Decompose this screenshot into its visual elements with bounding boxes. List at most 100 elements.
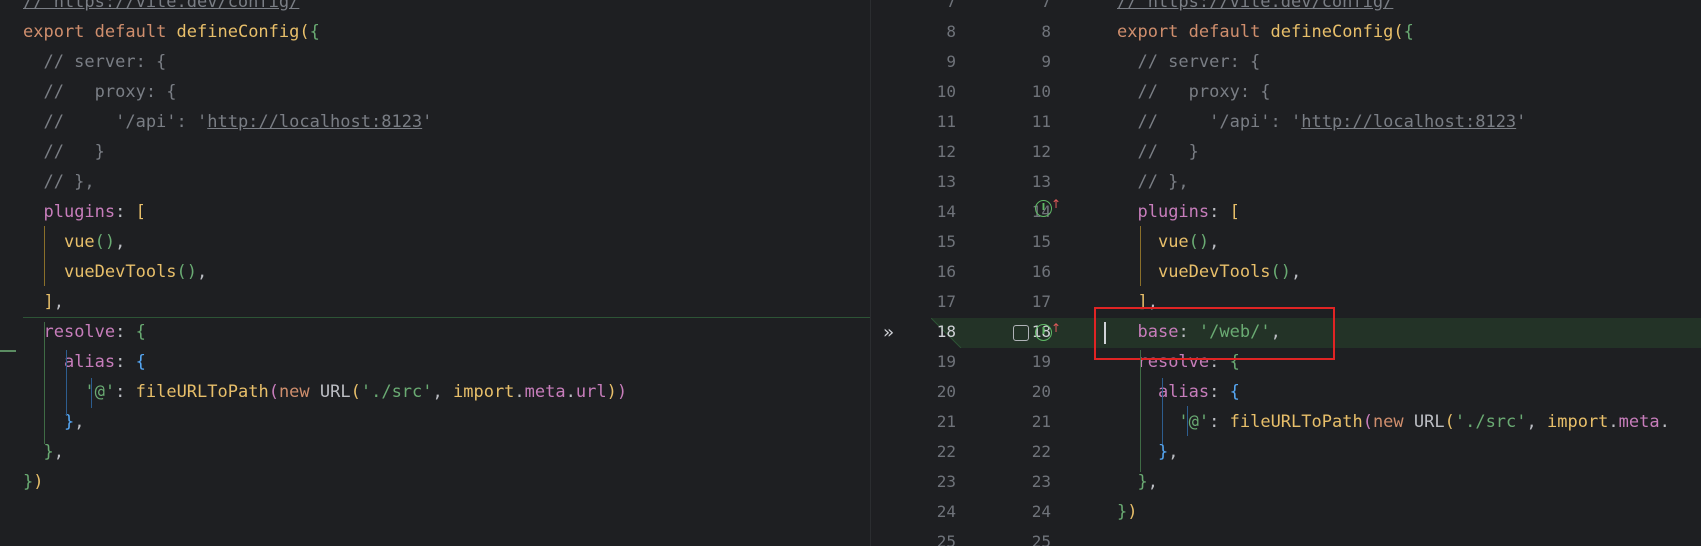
code-line[interactable]: ], xyxy=(23,287,64,317)
accept-change-checkbox[interactable] xyxy=(1013,325,1029,341)
code-token: } xyxy=(23,472,34,492)
code-token: } xyxy=(1117,502,1128,522)
code-token: './src' xyxy=(1454,412,1527,432)
code-line[interactable]: resolve: { xyxy=(23,317,145,347)
code-token: , xyxy=(1168,442,1179,462)
code-line[interactable]: // '/api': 'http://localhost:8123' xyxy=(1117,107,1526,137)
code-line[interactable]: alias: { xyxy=(1117,377,1240,407)
code-token: , xyxy=(197,262,208,282)
code-token: ) xyxy=(616,382,628,402)
code-token: export xyxy=(23,22,95,42)
code-line[interactable]: // '/api': 'http://localhost:8123' xyxy=(23,107,432,137)
implements-icon-label: I xyxy=(1041,202,1046,213)
left-line-number: 17 xyxy=(936,292,956,311)
code-token: alias xyxy=(1157,382,1210,402)
code-line[interactable]: vue(), xyxy=(1117,227,1219,257)
code-line[interactable]: export default defineConfig({ xyxy=(1117,17,1414,47)
left-line-number: 8 xyxy=(946,22,956,41)
code-line[interactable]: }, xyxy=(1117,437,1179,467)
code-line[interactable]: // server: { xyxy=(1117,47,1260,77)
right-line-number: 13 xyxy=(1031,172,1051,191)
code-line[interactable]: // server: { xyxy=(23,47,166,77)
code-token: vue xyxy=(1157,232,1189,252)
implements-icon[interactable]: I xyxy=(1035,200,1052,217)
right-line-number: 21 xyxy=(1031,412,1051,431)
code-token: [ xyxy=(1229,202,1240,222)
code-line[interactable]: }, xyxy=(1117,467,1158,497)
code-token: vueDevTools xyxy=(1157,262,1271,282)
code-token: () xyxy=(1270,262,1292,282)
code-line[interactable]: }) xyxy=(1117,497,1138,527)
diff-left-pane[interactable]: // https://vite.dev/config/export defaul… xyxy=(0,0,870,546)
code-line[interactable]: export default defineConfig({ xyxy=(23,17,320,47)
diff-right-pane[interactable]: // https://vite.dev/config/export defaul… xyxy=(1100,0,1701,546)
code-line[interactable]: // https://vite.dev/config/ xyxy=(1117,0,1393,17)
code-line[interactable]: }) xyxy=(23,467,44,497)
code-line[interactable]: // https://vite.dev/config/ xyxy=(23,0,299,17)
indent-guide xyxy=(1140,226,1141,286)
code-token: [ xyxy=(135,202,146,222)
code-token: ) xyxy=(1127,502,1138,522)
code-token: } xyxy=(1157,442,1169,462)
left-line-number: 21 xyxy=(936,412,956,431)
right-line-number: 17 xyxy=(1031,292,1051,311)
code-token: vue xyxy=(63,232,95,252)
implements-icon[interactable]: I xyxy=(1035,324,1052,341)
code-line[interactable]: // }, xyxy=(23,167,94,197)
code-line[interactable]: plugins: [ xyxy=(1117,197,1240,227)
double-chevron-right-icon[interactable]: » xyxy=(883,318,894,348)
code-token: '@' xyxy=(1178,412,1210,432)
code-line[interactable]: // proxy: { xyxy=(1117,77,1270,107)
code-token: // '/api': ' xyxy=(1117,112,1302,132)
code-token: , xyxy=(53,442,64,462)
code-token: defineConfig xyxy=(176,22,300,42)
code-token: ( xyxy=(1444,412,1455,432)
code-token: alias xyxy=(63,352,116,372)
code-token: default xyxy=(94,22,177,42)
code-token: // } xyxy=(1117,142,1199,162)
right-line-number: 7 xyxy=(1041,0,1051,11)
code-token: default xyxy=(1188,22,1271,42)
code-line[interactable]: // } xyxy=(23,137,104,167)
indent-guide xyxy=(44,322,45,444)
left-line-number: 20 xyxy=(936,382,956,401)
code-line[interactable]: vue(), xyxy=(23,227,125,257)
code-token: : xyxy=(115,352,136,372)
code-token: plugins xyxy=(1137,202,1210,222)
code-token: , xyxy=(74,412,85,432)
code-token: . xyxy=(1608,412,1619,432)
code-line[interactable]: plugins: [ xyxy=(23,197,146,227)
code-line[interactable]: // } xyxy=(1117,137,1199,167)
code-line[interactable]: '@': fileURLToPath(new URL('./src', impo… xyxy=(23,377,627,407)
left-line-number: 23 xyxy=(936,472,956,491)
right-line-number: 23 xyxy=(1031,472,1051,491)
right-line-number: 16 xyxy=(1031,262,1051,281)
code-line[interactable]: }, xyxy=(23,407,85,437)
code-token: url xyxy=(575,382,607,402)
code-line[interactable]: // proxy: { xyxy=(23,77,177,107)
code-token: URL xyxy=(319,382,351,402)
code-token: // proxy: { xyxy=(23,82,177,102)
code-token: ) xyxy=(606,382,617,402)
right-line-number: 25 xyxy=(1031,532,1051,546)
code-token: ( xyxy=(1362,412,1373,432)
code-line[interactable]: vueDevTools(), xyxy=(23,257,207,287)
right-line-number: 22 xyxy=(1031,442,1051,461)
code-token: import xyxy=(453,382,515,402)
highlight-annotation-box xyxy=(1094,307,1335,360)
code-token: fileURLToPath xyxy=(135,382,269,402)
code-token: defineConfig xyxy=(1270,22,1394,42)
code-line[interactable]: '@': fileURLToPath(new URL('./src', impo… xyxy=(1117,407,1669,437)
left-line-number: 25 xyxy=(936,532,956,546)
code-line[interactable]: // }, xyxy=(1117,167,1188,197)
code-line[interactable]: vueDevTools(), xyxy=(1117,257,1301,287)
code-line[interactable]: alias: { xyxy=(23,347,146,377)
code-token: } xyxy=(43,442,54,462)
left-line-number: 13 xyxy=(936,172,956,191)
code-token: } xyxy=(1137,472,1148,492)
right-line-number: 24 xyxy=(1031,502,1051,521)
